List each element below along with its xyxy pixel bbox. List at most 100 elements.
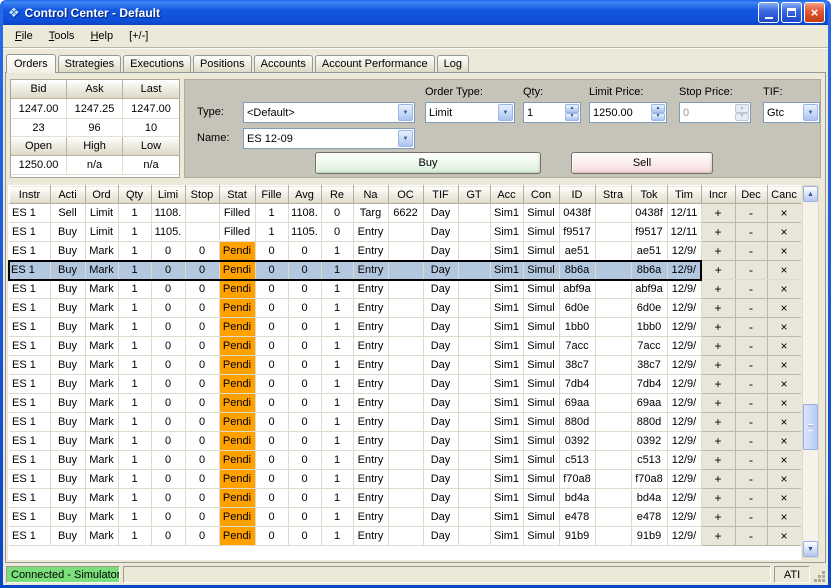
decrement-button[interactable]: - (735, 222, 768, 242)
increment-button[interactable]: + (701, 412, 736, 432)
tif-select[interactable]: Gtc ▼ (763, 102, 820, 123)
column-header-tim[interactable]: Tim (666, 185, 702, 204)
increment-button[interactable]: + (701, 260, 736, 280)
tab-orders[interactable]: Orders (6, 54, 56, 73)
order-row[interactable]: ES 1 Buy Mark 1 0 0 Pendi 0 0 1 Entry Day Sim1 Simul 6… (9, 393, 801, 413)
column-header-tif[interactable]: TIF (422, 185, 459, 204)
decrement-button[interactable]: - (735, 260, 768, 280)
decrement-button[interactable]: - (735, 488, 768, 508)
increment-button[interactable]: + (701, 279, 736, 299)
order-row[interactable]: ES 1 Buy Mark 1 0 0 Pendi 0 0 1 Entry Day Sim1 Simul a… (9, 279, 801, 299)
decrement-button[interactable]: - (735, 469, 768, 489)
scroll-up-icon[interactable]: ▲ (803, 186, 818, 202)
chevron-down-icon[interactable]: ▼ (498, 104, 513, 121)
order-row[interactable]: ES 1 Buy Mark 1 0 0 Pendi 0 0 1 Entry Day Sim1 Simul f… (9, 469, 801, 489)
column-header-stat[interactable]: Stat (218, 185, 256, 204)
decrement-button[interactable]: - (735, 355, 768, 375)
column-header-stop[interactable]: Stop (184, 185, 220, 204)
order-row[interactable]: ES 1 Buy Mark 1 0 0 Pendi 0 0 1 Entry Day Sim1 Simul 7… (9, 336, 801, 356)
column-header-na[interactable]: Na (352, 185, 389, 204)
order-row[interactable]: ES 1 Buy Mark 1 0 0 Pendi 0 0 1 Entry Day Sim1 Simul 0… (9, 431, 801, 451)
order-row[interactable]: ES 1 Buy Mark 1 0 0 Pendi 0 0 1 Entry Day Sim1 Simul 6… (9, 298, 801, 318)
order-row[interactable]: ES 1 Buy Mark 1 0 0 Pendi 0 0 1 Entry Day Sim1 Simul a… (9, 241, 801, 261)
cancel-button[interactable]: × (767, 241, 801, 261)
cancel-button[interactable]: × (767, 298, 801, 318)
order-row[interactable]: ES 1 Buy Mark 1 0 0 Pendi 0 0 1 Entry Day Sim1 Simul 1… (9, 317, 801, 337)
qty-up-icon[interactable]: ▲ (565, 104, 579, 113)
maximize-button[interactable] (781, 2, 802, 23)
cancel-button[interactable]: × (767, 355, 801, 375)
menu-file[interactable]: File (7, 27, 41, 45)
increment-button[interactable]: + (701, 317, 736, 337)
column-header-fille[interactable]: Fille (254, 185, 289, 204)
column-header-stra[interactable]: Stra (594, 185, 632, 204)
limit-up-icon[interactable]: ▲ (651, 104, 665, 113)
increment-button[interactable]: + (701, 241, 736, 261)
instrument-name-select[interactable]: ES 12-09 ▼ (243, 128, 415, 149)
tab-executions[interactable]: Executions (123, 55, 191, 72)
vertical-scrollbar[interactable]: ▲ ▼ (802, 185, 819, 558)
cancel-button[interactable]: × (767, 488, 801, 508)
sell-button[interactable]: Sell (571, 152, 713, 174)
cancel-button[interactable]: × (767, 374, 801, 394)
order-row[interactable]: ES 1 Buy Mark 1 0 0 Pendi 0 0 1 Entry Day Sim1 Simul 7… (9, 374, 801, 394)
increment-button[interactable]: + (701, 431, 736, 451)
column-header-re[interactable]: Re (320, 185, 354, 204)
increment-button[interactable]: + (701, 355, 736, 375)
increment-button[interactable]: + (701, 507, 736, 527)
qty-down-icon[interactable]: ▼ (565, 112, 579, 121)
column-header-incr[interactable]: Incr (700, 185, 736, 204)
cancel-button[interactable]: × (767, 279, 801, 299)
cancel-button[interactable]: × (767, 450, 801, 470)
decrement-button[interactable]: - (735, 526, 768, 546)
cancel-button[interactable]: × (767, 393, 801, 413)
order-row[interactable]: ES 1 Buy Mark 1 0 0 Pendi 0 0 1 Entry Day Sim1 Simul 8… (8, 259, 801, 281)
buy-button[interactable]: Buy (315, 152, 541, 174)
cancel-button[interactable]: × (767, 260, 801, 280)
order-row[interactable]: ES 1 Sell Limit 1 1108. Filled 1 1108. 0 Targ 6622… (9, 203, 801, 223)
scroll-down-icon[interactable]: ▼ (803, 541, 818, 557)
column-header-qty[interactable]: Qty (117, 185, 152, 204)
tab-positions[interactable]: Positions (192, 55, 252, 72)
increment-button[interactable]: + (701, 298, 736, 318)
decrement-button[interactable]: - (735, 298, 768, 318)
order-row[interactable]: ES 1 Buy Mark 1 0 0 Pendi 0 0 1 Entry Day Sim1 Simul 8… (9, 412, 801, 432)
decrement-button[interactable]: - (735, 393, 768, 413)
menu-help[interactable]: Help (82, 27, 121, 45)
cancel-button[interactable]: × (767, 526, 801, 546)
column-header-limi[interactable]: Limi (150, 185, 186, 204)
limit-down-icon[interactable]: ▼ (651, 112, 665, 121)
increment-button[interactable]: + (701, 488, 736, 508)
order-row[interactable]: ES 1 Buy Mark 1 0 0 Pendi 0 0 1 Entry Day Sim1 Simul e… (9, 507, 801, 527)
qty-stepper[interactable]: 1 ▲ ▼ (523, 102, 581, 123)
column-header-gt[interactable]: GT (457, 185, 491, 204)
decrement-button[interactable]: - (735, 203, 768, 223)
cancel-button[interactable]: × (767, 336, 801, 356)
tab-log[interactable]: Log (436, 55, 469, 72)
increment-button[interactable]: + (701, 336, 736, 356)
cancel-button[interactable]: × (767, 431, 801, 451)
increment-button[interactable]: + (701, 393, 736, 413)
decrement-button[interactable]: - (735, 507, 768, 527)
decrement-button[interactable]: - (735, 241, 768, 261)
column-header-oc[interactable]: OC (387, 185, 424, 204)
order-type-select[interactable]: Limit ▼ (425, 102, 515, 123)
column-header-ord[interactable]: Ord (84, 185, 119, 204)
tab-account-performance[interactable]: Account Performance (314, 55, 435, 72)
order-row[interactable]: ES 1 Buy Limit 1 1105. Filled 1 1105. 0 Entry Day S… (9, 222, 801, 242)
column-header-con[interactable]: Con (522, 185, 560, 204)
increment-button[interactable]: + (701, 222, 736, 242)
column-header-avg[interactable]: Avg (287, 185, 322, 204)
increment-button[interactable]: + (701, 203, 736, 223)
decrement-button[interactable]: - (735, 412, 768, 432)
column-header-acti[interactable]: Acti (49, 185, 86, 204)
increment-button[interactable]: + (701, 374, 736, 394)
order-row[interactable]: ES 1 Buy Mark 1 0 0 Pendi 0 0 1 Entry Day Sim1 Simul b… (9, 488, 801, 508)
limit-price-stepper[interactable]: 1250.00 ▲ ▼ (589, 102, 667, 123)
menu-tools[interactable]: Tools (41, 27, 83, 45)
increment-button[interactable]: + (701, 450, 736, 470)
atm-type-select[interactable]: <Default> ▼ (243, 102, 415, 123)
decrement-button[interactable]: - (735, 336, 768, 356)
scroll-thumb[interactable] (803, 404, 818, 450)
decrement-button[interactable]: - (735, 431, 768, 451)
